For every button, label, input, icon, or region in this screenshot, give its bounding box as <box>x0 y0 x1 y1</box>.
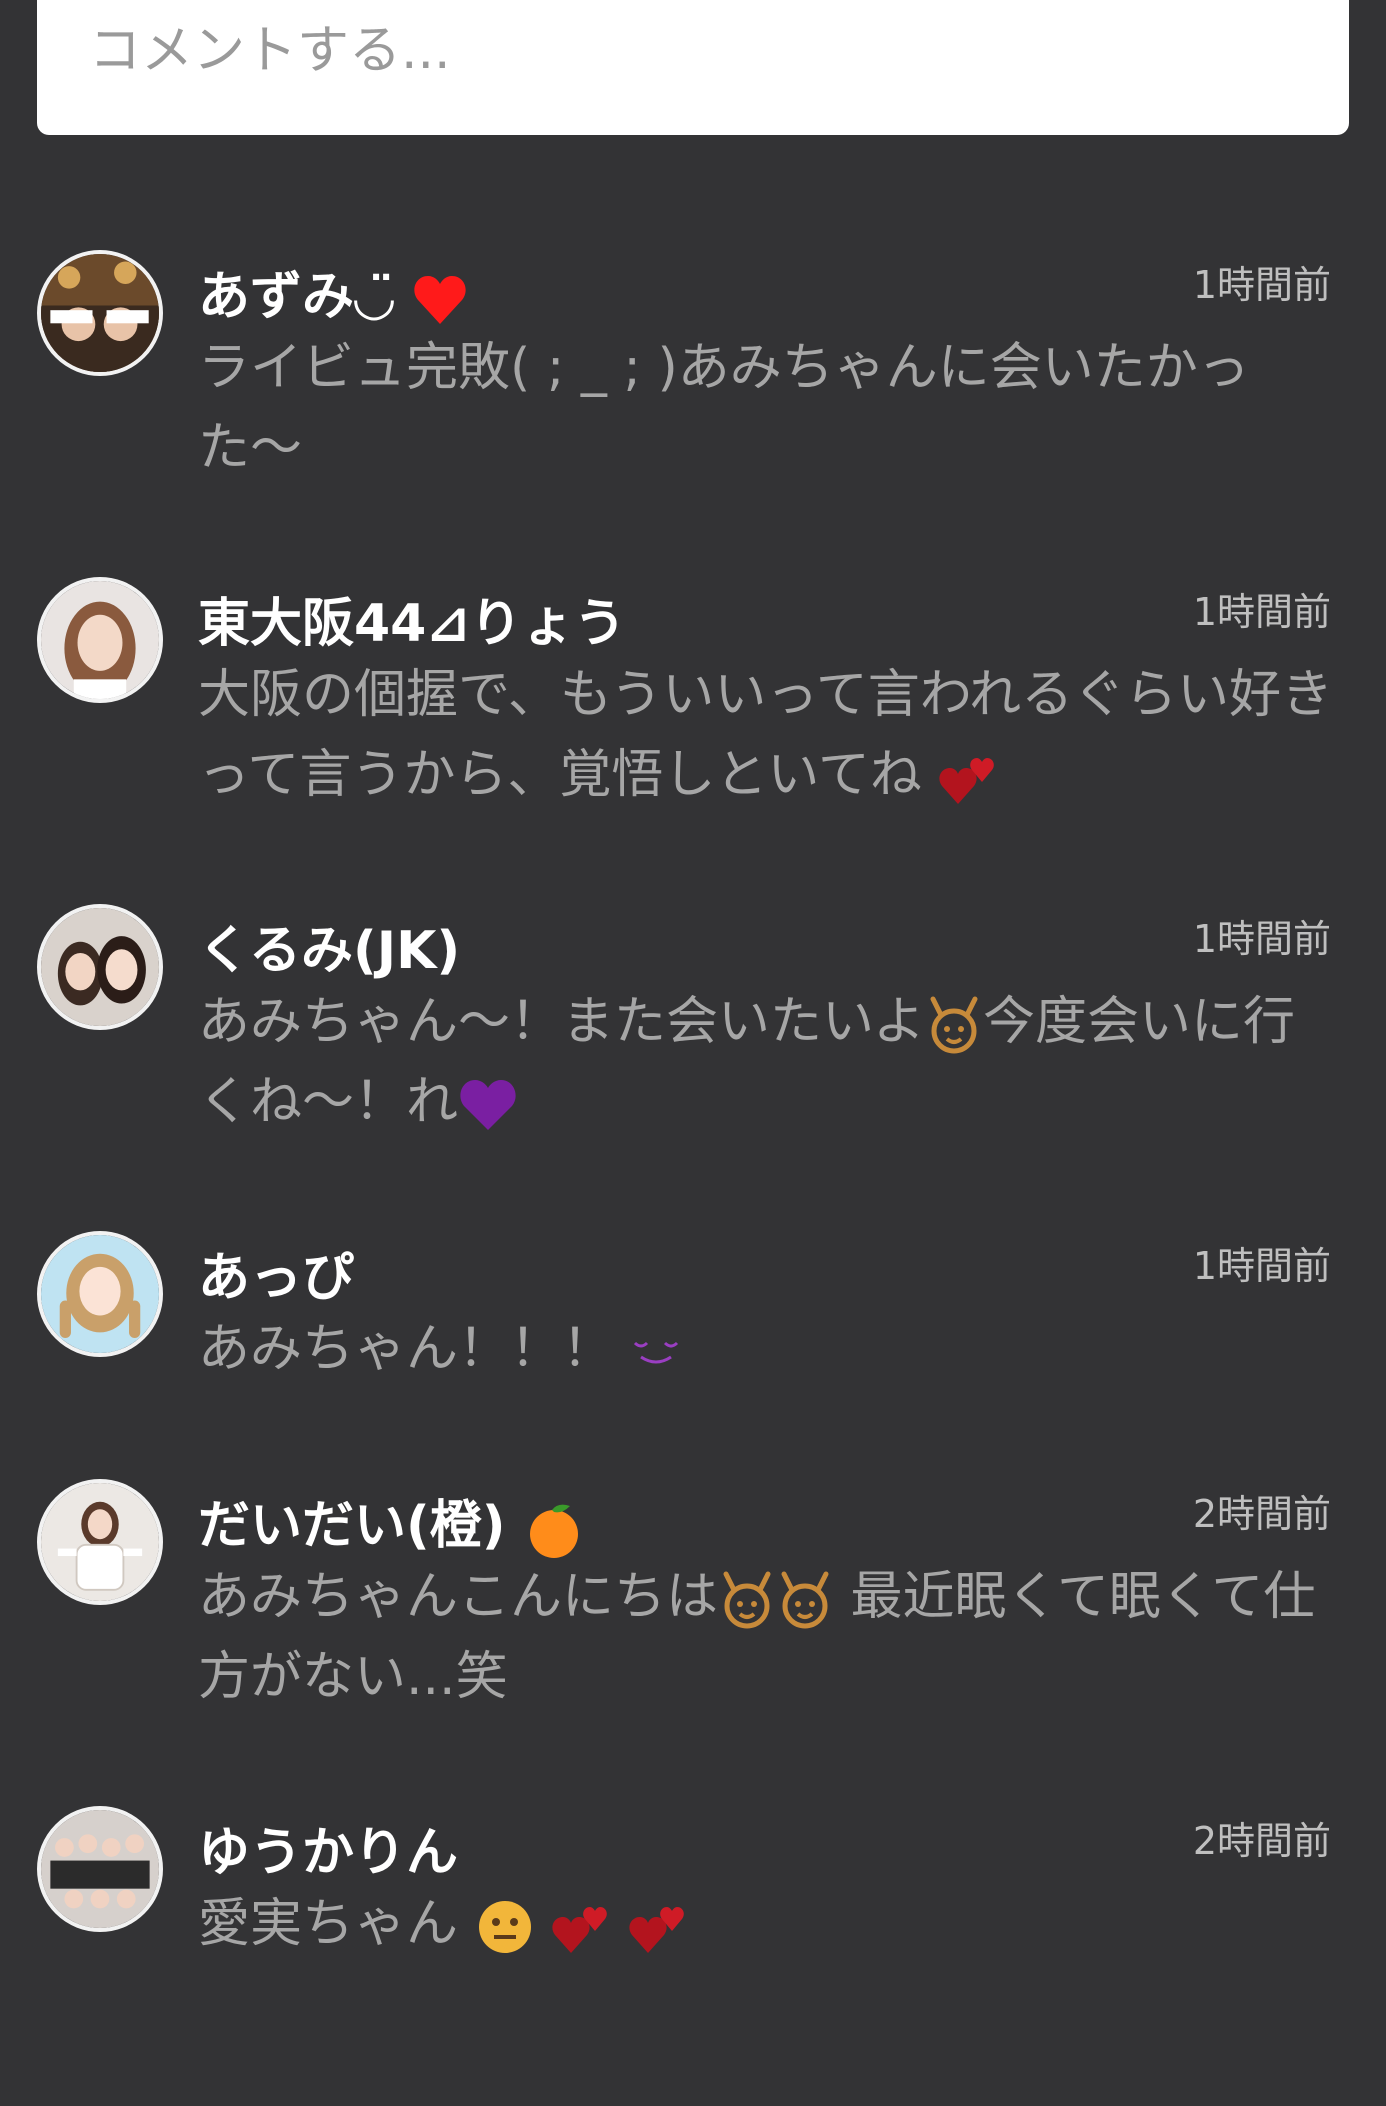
comment-time: 2時間前 <box>1192 1492 1331 1536</box>
comment-time: 1時間前 <box>1192 590 1331 634</box>
comment-author[interactable]: あずみ◡̈ <box>198 254 468 329</box>
avatar-image <box>41 1810 159 1928</box>
orange-icon <box>529 1504 578 1558</box>
comment-item: ゆうかりん 2時間前 愛実ちゃん <box>0 1806 1386 2106</box>
two-hearts-icon <box>628 1907 684 1953</box>
purple-heart-icon <box>460 1080 516 1130</box>
avatar[interactable] <box>37 904 163 1030</box>
comment-item: あずみ◡̈ 1時間前 ライビュ完敗( ; _ ; )あみちゃんに会いたかった〜 <box>0 250 1386 550</box>
comment-text: あみちゃんこんにちは 最近眠くて眠くて仕方がない...笑 <box>198 1567 1316 1707</box>
avatar-image <box>41 1483 159 1601</box>
neutral-face-icon <box>478 1901 531 1953</box>
avatar-image <box>41 581 159 699</box>
avatar[interactable] <box>37 577 163 703</box>
comment-time: 1時間前 <box>1192 917 1331 961</box>
comment-time: 1時間前 <box>1192 263 1331 307</box>
avatar-image <box>41 1235 159 1353</box>
comment-item: くるみ(JK) 1時間前 あみちゃん〜！また会いたいよ 今度会いに行くね〜！れ <box>0 904 1386 1204</box>
avatar-image <box>41 254 159 372</box>
comment-text: あみちゃん〜！また会いたいよ 今度会いに行くね〜！れ <box>198 992 1295 1132</box>
two-hearts-icon <box>939 758 995 804</box>
avatar[interactable] <box>37 1231 163 1357</box>
comment-author[interactable]: あっぴ <box>198 1235 354 1310</box>
comment-input-box[interactable] <box>37 0 1349 135</box>
two-hearts-icon <box>552 1907 607 1953</box>
comment-item: 東大阪44⊿りょう 1時間前 大阪の個握で、もういいって言われるぐらい好きって言… <box>0 577 1386 877</box>
avatar[interactable] <box>37 250 163 376</box>
comment-author[interactable]: ゆうかりん <box>198 1810 458 1885</box>
comment-author[interactable]: 東大阪44⊿りょう <box>198 581 626 656</box>
comment-time: 2時間前 <box>1192 1819 1331 1863</box>
red-heart-icon <box>414 276 466 324</box>
avatar[interactable] <box>37 1479 163 1605</box>
comment-text: 愛実ちゃん <box>198 1884 1338 1964</box>
comment-author[interactable]: だいだい(橙) <box>198 1483 584 1558</box>
avatar[interactable] <box>37 1806 163 1932</box>
comment-item: だいだい(橙) 2時間前 あみちゃんこんにちは 最近眠くて眠くて仕方がない...… <box>0 1479 1386 1779</box>
avatar-image <box>41 908 159 1026</box>
comment-text: あみちゃん！！！ <box>198 1309 1338 1389</box>
smile-icon <box>633 1341 678 1364</box>
raised-hands-icon <box>930 996 978 1054</box>
raised-hands-icon <box>723 1571 771 1629</box>
raised-hands-icon <box>781 1571 829 1629</box>
comment-text: ライビュ完敗( ; _ ; )あみちゃんに会いたかった〜 <box>198 338 1250 478</box>
comment-text: 大阪の個握で、もういいって言われるぐらい好きって言うから、覚悟しといてね <box>198 655 1338 815</box>
comment-input[interactable] <box>87 0 1291 102</box>
comment-author[interactable]: くるみ(JK) <box>198 908 460 983</box>
comment-time: 1時間前 <box>1192 1244 1331 1288</box>
